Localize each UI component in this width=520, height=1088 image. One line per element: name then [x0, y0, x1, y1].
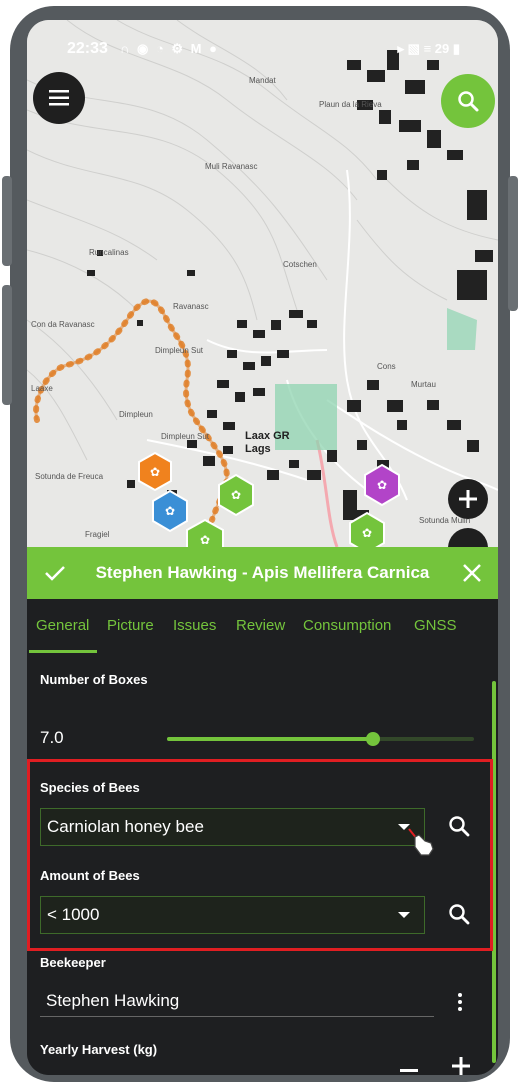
map-place-label: Muli Ravanasc — [205, 162, 258, 171]
beekeeper-field[interactable]: Stephen Hawking — [46, 991, 179, 1011]
feature-form: Number of Boxes 7.0 Species of Bees Carn… — [27, 653, 498, 1075]
zoom-in-button[interactable] — [448, 479, 488, 519]
map-town-label: Laax GR Lags — [245, 430, 290, 455]
increment-button[interactable] — [452, 1057, 470, 1075]
status-icons: ∩ ◉ ◔ ⚙ M ● — [120, 41, 219, 56]
map-place-label: Ravanasc — [173, 302, 209, 311]
svg-text:✿: ✿ — [200, 533, 210, 547]
tab-general[interactable]: General — [36, 617, 89, 634]
map-place-label: Dimpleun Sut — [161, 432, 210, 441]
slider-thumb[interactable] — [365, 732, 380, 746]
svg-text:✿: ✿ — [377, 478, 387, 492]
status-bar: 22:33 ∩ ◉ ◔ ⚙ M ● ▸ ▧ ≡ 29 ▮ — [27, 40, 498, 62]
map-place-label: Fragiel — [85, 530, 110, 539]
amount-search-icon[interactable] — [447, 902, 473, 928]
amount-select[interactable]: < 1000 — [40, 896, 425, 934]
map-place-label: Sotunda de Freuca — [35, 472, 104, 481]
phone-side-button — [2, 285, 12, 405]
map-place-label: Laaxe — [31, 384, 53, 393]
boxes-label: Number of Boxes — [40, 672, 148, 687]
svg-text:✿: ✿ — [362, 526, 372, 540]
search-icon — [458, 91, 479, 112]
amount-label: Amount of Bees — [40, 868, 140, 883]
map-search-button[interactable] — [441, 74, 495, 128]
dropdown-arrow-icon — [398, 912, 410, 918]
beekeeper-label: Beekeeper — [40, 955, 106, 970]
hamburger-icon — [49, 90, 69, 106]
phone-side-button — [508, 176, 518, 311]
status-right-icons: ▸ ▧ ≡ 29 ▮ — [397, 41, 460, 56]
map-canvas: ✿ ✿ ✿ ✿ ✿ ✿ — [27, 20, 498, 547]
decrement-button[interactable] — [400, 1069, 418, 1072]
map-place-label: Murtau — [411, 380, 436, 389]
slider-fill — [167, 737, 373, 741]
svg-text:✿: ✿ — [231, 488, 241, 502]
boxes-value: 7.0 — [40, 728, 64, 747]
species-value: Carniolan honey bee — [47, 817, 204, 836]
map-place-label: Runcalinas — [89, 248, 129, 257]
map-place-label: Mandat — [249, 76, 276, 85]
tab-gnss[interactable]: GNSS — [414, 617, 457, 634]
tab-consumption[interactable]: Consumption — [303, 617, 391, 634]
map-place-label: Con da Ravanasc — [31, 320, 95, 329]
status-time: 22:33 — [67, 40, 108, 57]
menu-button[interactable] — [33, 72, 85, 124]
hand-pointer-icon — [408, 828, 434, 856]
tab-picture[interactable]: Picture — [107, 617, 154, 634]
map-place-label: Dimpleun Sut — [155, 346, 204, 355]
species-search-icon[interactable] — [447, 814, 473, 840]
boxes-slider[interactable] — [167, 732, 474, 746]
amount-value: < 1000 — [47, 905, 100, 924]
svg-text:✿: ✿ — [150, 465, 160, 479]
map-place-label: Dimpleun — [119, 410, 153, 419]
map-place-label: Cotschen — [283, 260, 317, 269]
species-label: Species of Bees — [40, 780, 140, 795]
map-place-label: Plaun da la Rieva — [319, 100, 382, 109]
phone-side-button — [2, 176, 12, 266]
map-view[interactable]: ✿ ✿ ✿ ✿ ✿ ✿ Mandat Plaun da la Rieva Muli Ra… — [27, 20, 498, 547]
feature-title: Stephen Hawking - Apis Mellifera Carnica — [95, 563, 430, 582]
plus-icon — [459, 490, 477, 508]
app-screen: ✿ ✿ ✿ ✿ ✿ ✿ Mandat Plaun da la Rieva Muli Ra… — [27, 20, 498, 1075]
more-options-icon[interactable] — [454, 991, 466, 1015]
harvest-label: Yearly Harvest (kg) — [40, 1042, 158, 1057]
beekeeper-underline — [40, 1016, 434, 1017]
tab-bar: General Picture Issues Review Consumptio… — [27, 599, 498, 653]
species-select[interactable]: Carniolan honey bee — [40, 808, 425, 846]
map-place-label: Cons — [377, 362, 396, 371]
tab-review[interactable]: Review — [236, 617, 285, 634]
feature-header: Stephen Hawking - Apis Mellifera Carnica — [27, 547, 498, 599]
tab-issues[interactable]: Issues — [173, 617, 216, 634]
svg-text:✿: ✿ — [165, 504, 175, 518]
close-icon[interactable] — [458, 559, 486, 587]
check-icon[interactable] — [41, 559, 69, 587]
